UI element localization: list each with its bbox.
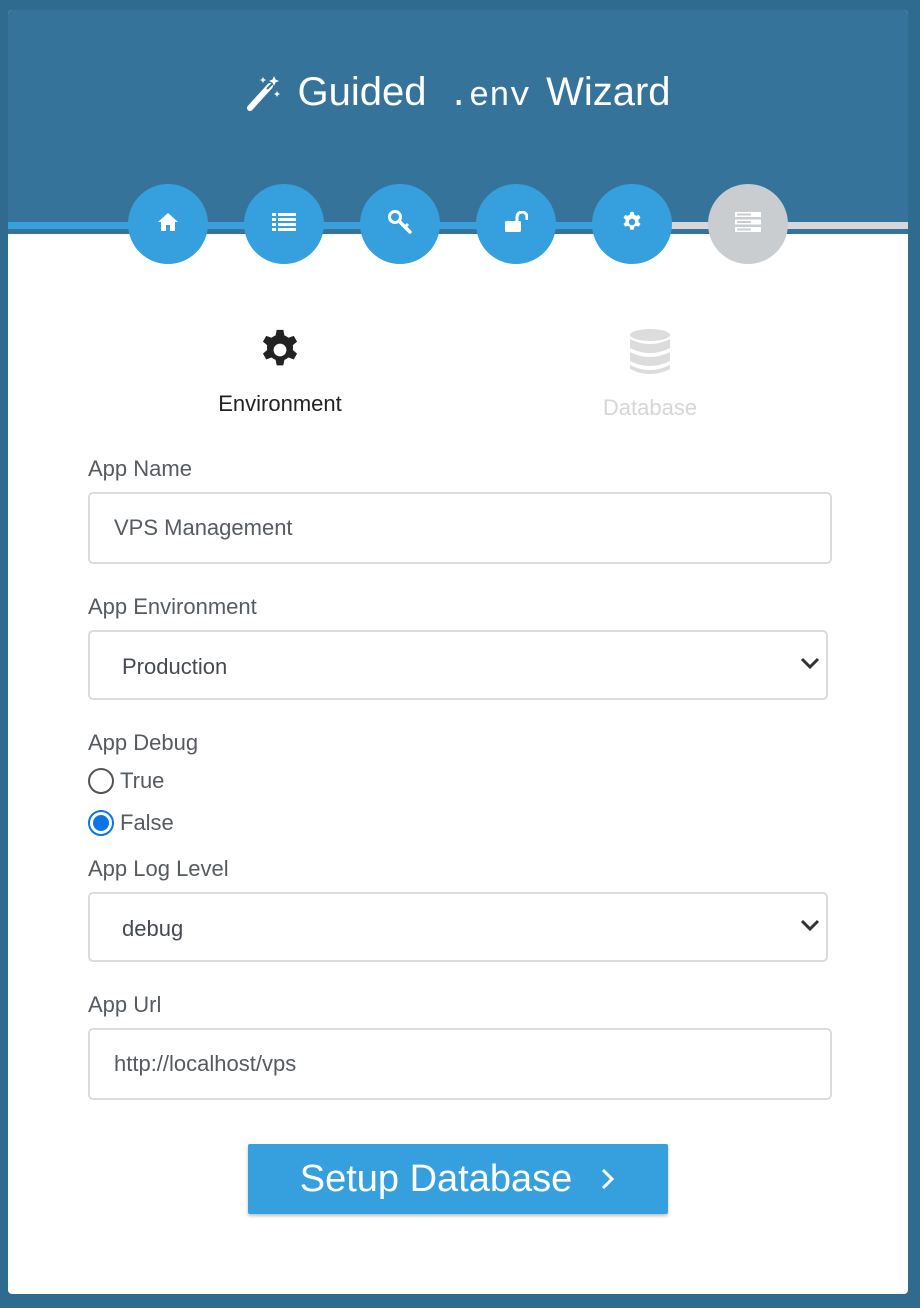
- app-debug-false-option[interactable]: False: [88, 808, 174, 838]
- chevron-right-icon: [600, 1158, 616, 1201]
- app-log-level-select[interactable]: debug: [88, 892, 828, 962]
- title-prefix: Guided: [297, 70, 427, 114]
- step-security[interactable]: [476, 184, 556, 264]
- app-log-level-label: App Log Level: [88, 856, 229, 881]
- chevron-down-icon: [800, 656, 820, 675]
- app-debug-false-label: False: [120, 810, 174, 835]
- database-icon: [628, 329, 672, 380]
- app-debug-true-option[interactable]: True: [88, 766, 164, 796]
- app-debug-true-radio[interactable]: [88, 768, 114, 794]
- setup-database-button[interactable]: Setup Database: [248, 1144, 668, 1214]
- gear-icon: [258, 329, 302, 376]
- unlock-icon: [504, 210, 529, 238]
- list-icon: [272, 212, 296, 237]
- step-settings[interactable]: [592, 184, 672, 264]
- app-url-label: App Url: [88, 992, 162, 1017]
- home-icon: [157, 212, 179, 237]
- title-suffix: Wizard: [546, 70, 671, 114]
- tab-database-label: Database: [602, 395, 698, 420]
- tab-environment[interactable]: Environment: [170, 328, 390, 417]
- app-log-level-value: debug: [122, 916, 184, 941]
- app-name-label: App Name: [88, 456, 192, 481]
- section-tabs: Environment Database: [8, 328, 908, 438]
- app-environment-value: Production: [122, 654, 228, 679]
- app-debug-label: App Debug: [88, 730, 199, 755]
- setup-database-label: Setup Database: [299, 1157, 573, 1200]
- step-permissions[interactable]: [360, 184, 440, 264]
- page-title: Guided .env Wizard: [8, 66, 908, 124]
- tab-environment-label: Environment: [218, 391, 342, 416]
- chevron-down-icon: [800, 918, 820, 937]
- step-requirements[interactable]: [244, 184, 324, 264]
- gear-icon: [621, 211, 643, 238]
- app-debug-true-label: True: [120, 768, 165, 793]
- app-name-input[interactable]: [88, 492, 832, 564]
- step-environment: [708, 184, 788, 264]
- app-environment-select[interactable]: Production: [88, 630, 828, 700]
- magic-wand-icon: [245, 72, 281, 124]
- key-icon: [388, 209, 412, 239]
- app-debug-false-radio[interactable]: [88, 810, 114, 836]
- title-env: .env: [448, 78, 531, 116]
- app-url-input[interactable]: [88, 1028, 832, 1100]
- step-home[interactable]: [128, 184, 208, 264]
- server-icon: [735, 211, 761, 237]
- app-environment-label: App Environment: [88, 594, 257, 619]
- wizard-steps: [8, 184, 908, 264]
- wizard-card: Guided .env Wizard Environment Database …: [8, 10, 908, 1294]
- tab-database[interactable]: Database: [540, 328, 760, 421]
